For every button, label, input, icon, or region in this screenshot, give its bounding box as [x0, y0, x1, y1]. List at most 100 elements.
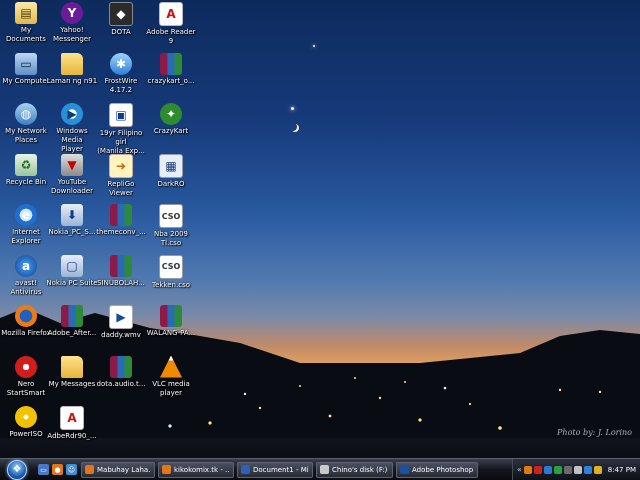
tray-app-icon[interactable]	[533, 465, 542, 474]
desktop-icon[interactable]: dota.audio.t...	[95, 355, 147, 389]
tray-app-icon[interactable]	[523, 465, 532, 474]
desktop-icon[interactable]: ⬇ Nokia_PC_S...	[46, 204, 98, 237]
desktop-icon[interactable]: ✦ CrazyKart	[145, 103, 197, 136]
video-file-icon: ▣	[109, 103, 133, 127]
desktop-icon-label: Yahoo! Messenger	[52, 26, 91, 43]
app-icon	[85, 465, 94, 474]
tray-icons	[523, 465, 602, 474]
windows-logo-icon: ❖	[7, 459, 27, 480]
repligo-icon: ➜	[109, 153, 133, 178]
desktop-icon-label: DOTA	[111, 28, 131, 36]
vlc-icon	[160, 355, 182, 378]
desktop-icon[interactable]: ✱ FrostWire 4.17.2	[95, 52, 147, 95]
desktop-icon[interactable]: ♻ Recycle Bin	[0, 153, 52, 187]
kart-icon: ✦	[160, 103, 182, 125]
desktop-icon-label: daddy.wmv	[101, 331, 141, 339]
taskbar-button-label: Adobe Photoshop	[412, 465, 474, 474]
desktop-icon-label: AdbeRdr90_...	[47, 432, 97, 440]
winrar-icon	[110, 355, 132, 378]
desktop[interactable]: Photo by: J. Lorino ▤ My Documents Y Yahoo!…	[0, 0, 640, 459]
star	[291, 107, 294, 110]
desktop-icon[interactable]: My Messages	[46, 355, 98, 389]
app-icon	[162, 465, 171, 474]
internet-explorer-icon: e	[15, 204, 37, 226]
photo-signature: Photo by: J. Lorino	[557, 428, 632, 437]
desktop-icon[interactable]: ▤ My Documents	[0, 2, 52, 44]
desktop-icon-label: PowerISO	[9, 430, 43, 438]
desktop-icon[interactable]: ▦ DarkRO	[145, 153, 197, 189]
desktop-icon-label: Nokia_PC_S...	[48, 228, 96, 236]
pdf-icon: A	[60, 406, 84, 430]
winrar-icon	[160, 52, 182, 75]
desktop-icon[interactable]: Nero StartSmart	[0, 355, 52, 398]
dota-icon: ◆	[109, 2, 133, 26]
desktop-icon[interactable]: ➜ RepliGo Viewer	[95, 153, 147, 198]
yahoo-icon: Y	[61, 2, 83, 24]
tray-app-icon[interactable]	[573, 465, 582, 474]
desktop-icon[interactable]: Adobe_After...	[46, 305, 98, 338]
iso-file-icon: CSO	[159, 204, 183, 228]
taskbar-button[interactable]: kikokomix.tk - ...	[158, 461, 234, 478]
folder-icon	[61, 52, 83, 75]
desktop-icon[interactable]: e Internet Explorer	[0, 204, 52, 246]
desktop-icon[interactable]: ▢ Nokia PC Suite	[46, 254, 98, 288]
taskbar-button[interactable]: Document1 - Mi...	[237, 461, 313, 478]
desktop-icon-label: avast! Antivirus	[10, 278, 42, 296]
desktop-icon[interactable]: ▶ Windows Media Player	[46, 103, 98, 154]
desktop-icon[interactable]: VLC media player	[145, 355, 197, 398]
desktop-icon-label: RepliGo Viewer	[107, 179, 135, 197]
youtube-downloader-icon: ▼	[61, 153, 83, 176]
firefox-icon[interactable]: ●	[52, 464, 63, 475]
desktop-icon[interactable]: ◍ My Network Places	[0, 103, 52, 145]
iso-file-icon: CSO	[159, 254, 183, 279]
tray-app-icon[interactable]	[583, 465, 592, 474]
desktop-icon[interactable]: ▣ 19yr Filipino girl (Manila Exp...	[95, 103, 147, 156]
desktop-icon[interactable]: A AdbeRdr90_...	[46, 406, 98, 441]
desktop-icon[interactable]: Y Yahoo! Messenger	[46, 2, 98, 44]
task-buttons: Mabuhay Laha... kikokomix.tk - ... Documen…	[81, 461, 481, 478]
desktop-icon[interactable]: ▭ My Computer	[0, 52, 52, 86]
desktop-icon-label: Internet Explorer	[11, 228, 41, 245]
start-button[interactable]: ❖	[0, 459, 34, 480]
taskbar-button[interactable]: Adobe Photoshop	[396, 461, 478, 478]
taskbar-button[interactable]: Chino's disk (F:)	[316, 461, 393, 478]
desktop-icon-label: Nokia PC Suite	[46, 278, 98, 287]
desktop-icon[interactable]: CSO Nba 2009 Tl.cso	[145, 204, 197, 248]
tray-app-icon[interactable]	[593, 465, 602, 474]
desktop-icon[interactable]: Mozilla Firefox	[0, 305, 52, 338]
desktop-icon-label: VLC media player	[152, 379, 190, 397]
desktop-icon[interactable]: SINUBOLAH...	[95, 254, 147, 288]
desktop-icon[interactable]: a avast! Antivirus	[0, 254, 52, 297]
desktop-icon-label: YouTube Downloader	[51, 177, 93, 195]
winrar-icon	[160, 305, 182, 327]
tray-app-icon[interactable]	[553, 465, 562, 474]
desktop-icon-label: Nba 2009 Tl.cso	[153, 230, 188, 247]
firefox-icon	[15, 305, 37, 327]
desktop-icon[interactable]: ◆ DOTA	[95, 2, 147, 37]
tray-app-icon[interactable]	[563, 465, 572, 474]
desktop-icon[interactable]: themeconv_...	[95, 204, 147, 237]
darkro-icon: ▦	[159, 153, 183, 178]
desktop-icon[interactable]: PowerISO	[0, 406, 52, 439]
taskbar-button[interactable]: Mabuhay Laha...	[81, 461, 155, 478]
clock[interactable]: 8:47 PM	[608, 466, 636, 474]
desktop-icon-label: My Computer	[2, 76, 50, 85]
tray-app-icon[interactable]	[543, 465, 552, 474]
desktop-icon[interactable]: WALANG-PA...	[145, 305, 197, 338]
winrar-icon	[110, 204, 132, 226]
desktop-icon[interactable]: crazykart_o...	[145, 52, 197, 86]
desktop-icon[interactable]: ▼ YouTube Downloader	[46, 153, 98, 196]
desktop-icon[interactable]: Laman ng n91	[46, 52, 98, 86]
taskbar: ❖ ▭ ● ☺ Mabuhay Laha... kikokomix.tk - ... D…	[0, 458, 640, 480]
desktop-icon[interactable]: CSO Tekken.cso	[145, 254, 197, 290]
desktop-icon-label: Recycle Bin	[5, 177, 47, 186]
desktop-icon-label: DarkRO	[157, 179, 185, 188]
frostwire-icon: ✱	[110, 52, 132, 75]
desktop-icon[interactable]: A Adobe Reader 9	[145, 2, 197, 46]
tray-expand-icon[interactable]: «	[517, 465, 522, 474]
taskbar-button-label: Mabuhay Laha...	[97, 465, 151, 474]
desktop-icon[interactable]: ▶ daddy.wmv	[95, 305, 147, 340]
desktop-icon-label: Nero StartSmart	[6, 379, 46, 397]
messenger-icon[interactable]: ☺	[66, 464, 77, 475]
show-desktop-icon[interactable]: ▭	[38, 464, 49, 475]
